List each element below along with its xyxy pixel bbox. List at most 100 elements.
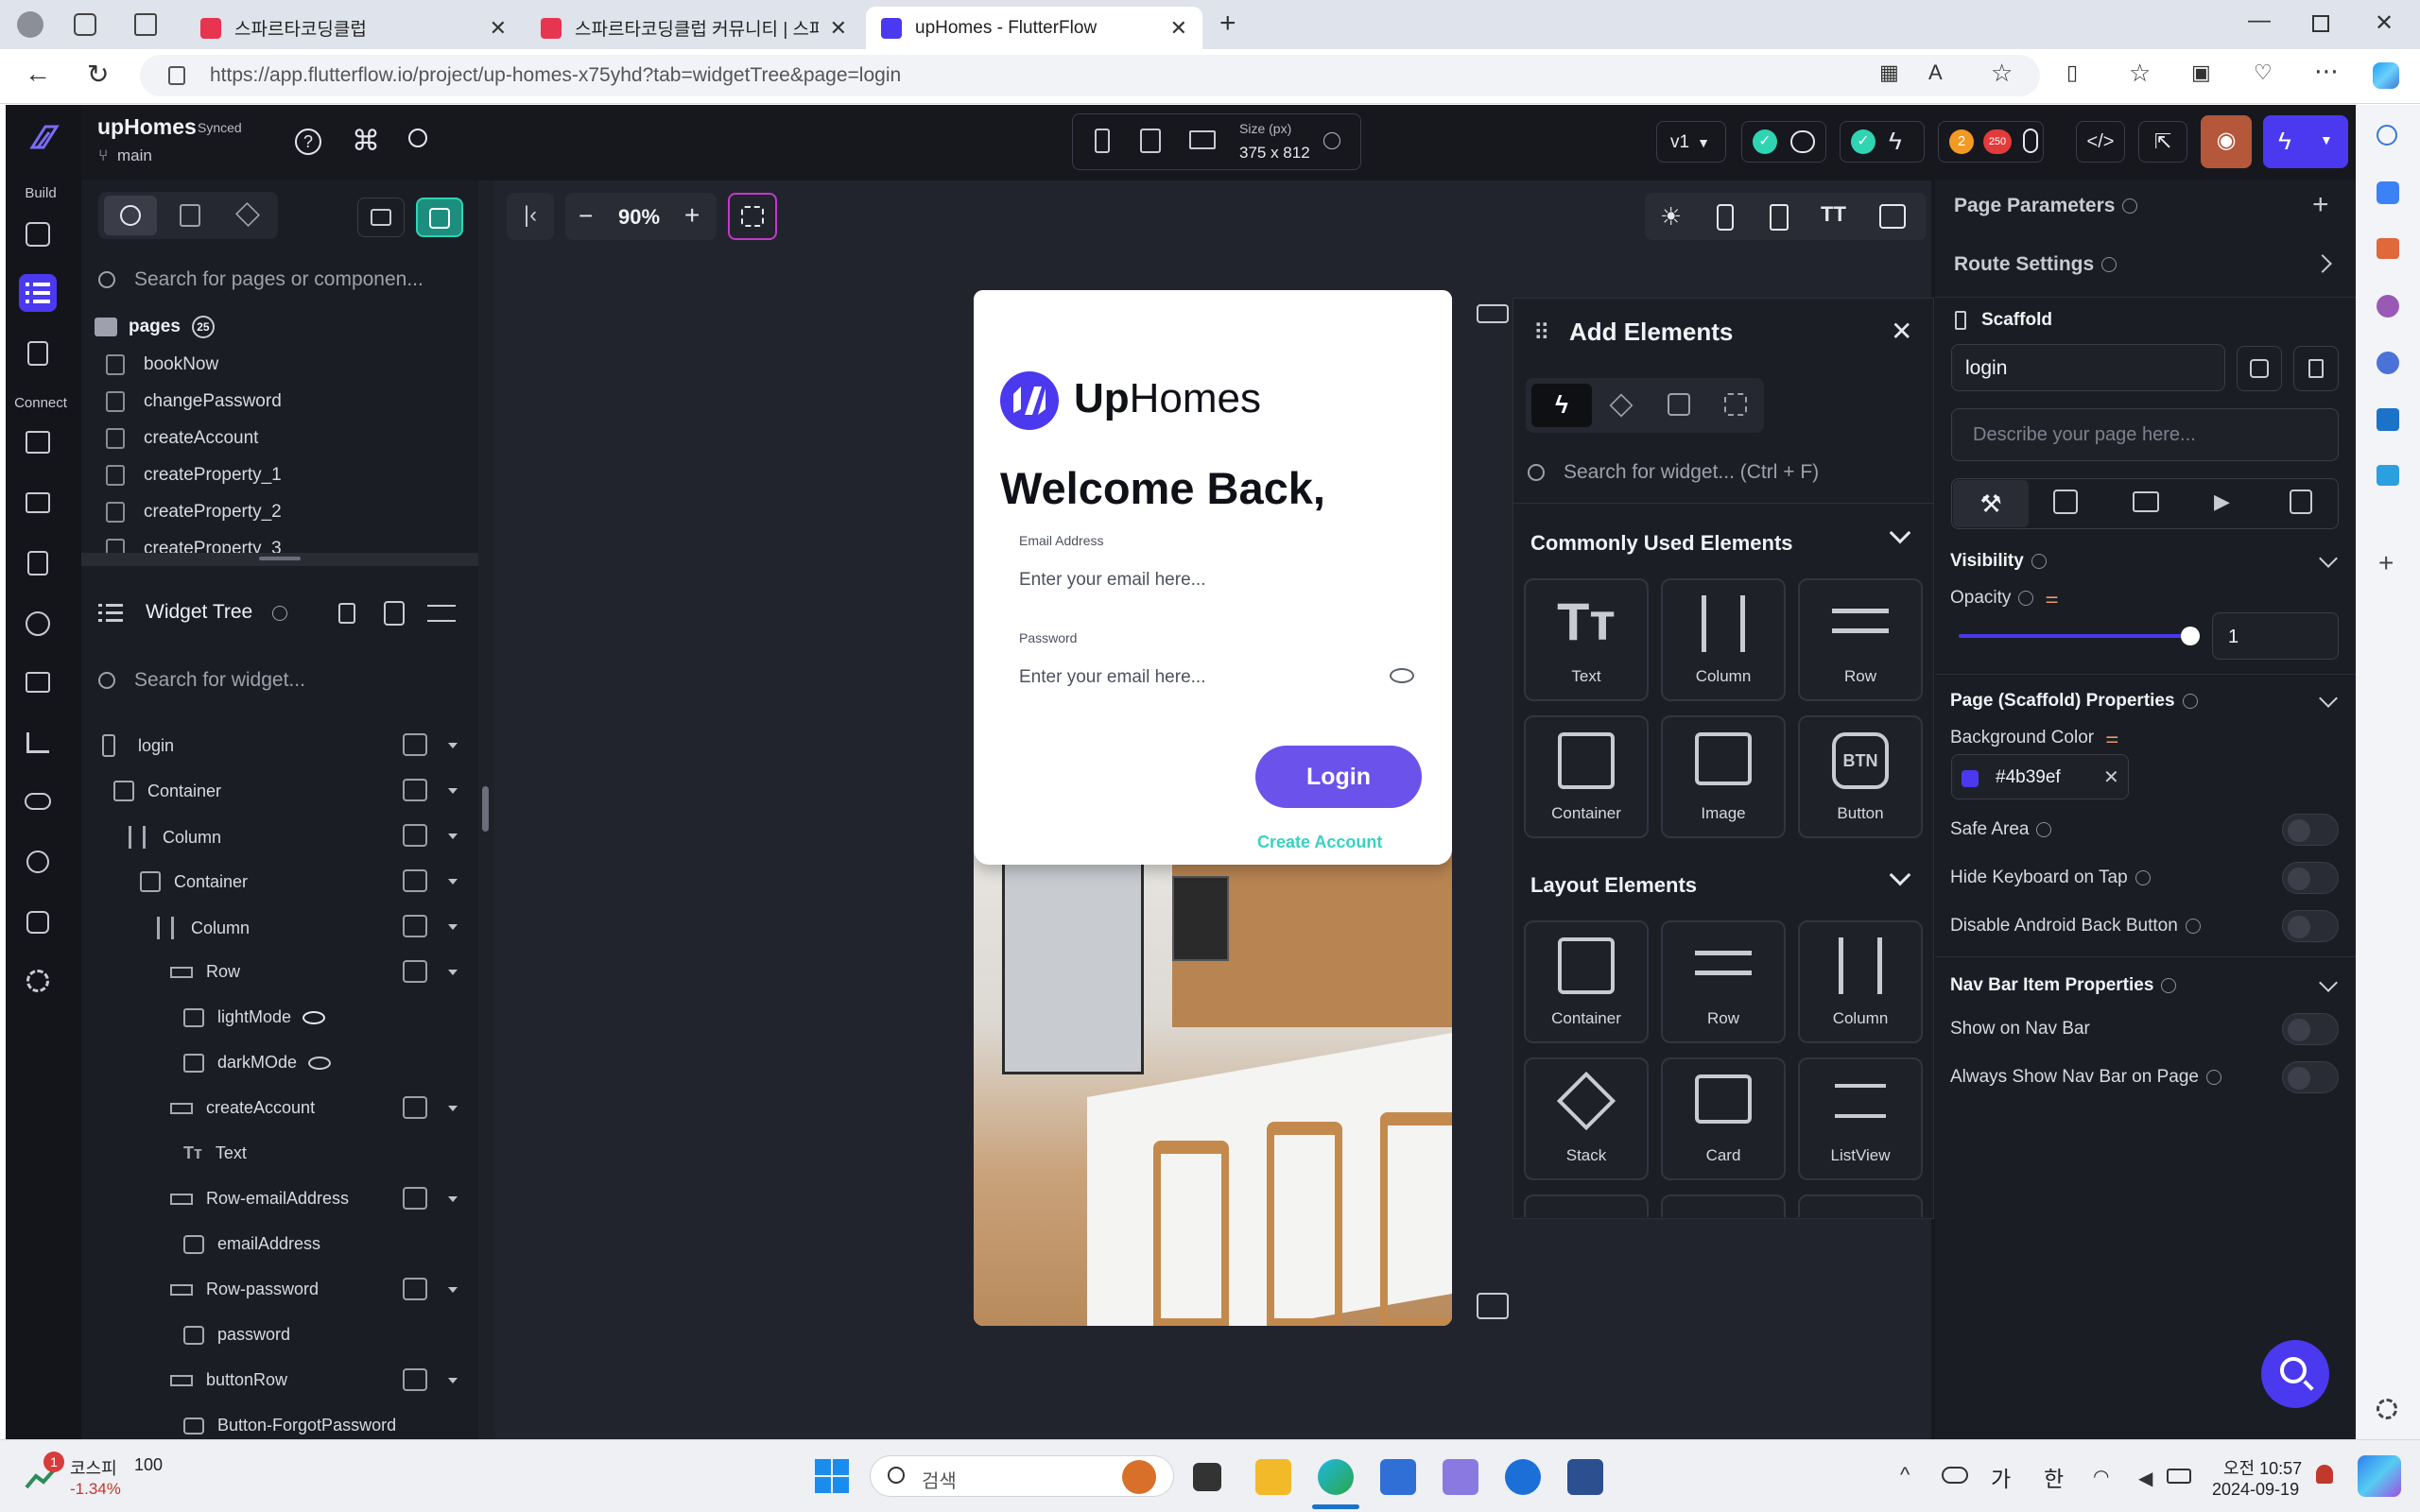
animations-tab-icon[interactable]: ▶ <box>2214 490 2230 514</box>
minimize-icon[interactable]: — <box>2248 8 2271 34</box>
onedrive-icon[interactable] <box>1942 1467 1968 1484</box>
split-screen-icon[interactable]: ▯ <box>2066 60 2078 85</box>
more-menu-icon[interactable]: ⋯ <box>2314 57 2339 86</box>
info-icon[interactable] <box>2161 977 2177 993</box>
add-child-icon[interactable] <box>403 779 427 801</box>
properties-tab-icon[interactable]: ⚒ <box>1953 480 2029 527</box>
email-input[interactable]: Enter your email here... <box>1019 570 1205 591</box>
close-tab-icon[interactable]: ✕ <box>490 16 507 41</box>
branch-name[interactable]: main <box>117 146 152 165</box>
cloud-functions-icon[interactable] <box>19 782 57 820</box>
url-text[interactable]: https://app.flutterflow.io/project/up-ho… <box>210 64 901 87</box>
taskbar-search[interactable]: 검색 <box>870 1455 1174 1497</box>
element-tile[interactable] <box>1798 1194 1923 1217</box>
tree-node-container[interactable]: Container <box>140 871 248 892</box>
notification-bell-icon[interactable] <box>2316 1465 2333 1484</box>
add-child-icon[interactable] <box>403 1278 427 1300</box>
search-icon[interactable] <box>408 129 427 147</box>
page-description-input[interactable]: Describe your page here... <box>1951 408 2339 461</box>
light-mode-sun-icon[interactable]: ☀ <box>1660 202 1682 232</box>
route-settings[interactable]: Route Settings <box>1954 253 2118 276</box>
settings-gear-icon[interactable] <box>19 962 57 1000</box>
lock-icon[interactable] <box>338 603 355 624</box>
info-icon[interactable] <box>2185 918 2201 934</box>
flutter-widgets-tab[interactable]: ϟ <box>1531 384 1592 427</box>
element-tile-column[interactable]: Column <box>1798 920 1923 1043</box>
debug-bug-icon[interactable] <box>2023 129 2038 153</box>
info-icon[interactable] <box>2101 257 2118 273</box>
app-icon[interactable] <box>1567 1459 1603 1495</box>
show-nav-toggle[interactable] <box>2282 1013 2339 1045</box>
copilot-taskbar-icon[interactable] <box>2358 1455 2401 1497</box>
app-icon[interactable] <box>1443 1459 1478 1495</box>
duplicate-page-button[interactable] <box>2237 346 2282 391</box>
read-aloud-icon[interactable]: A <box>1928 60 1943 85</box>
info-icon[interactable] <box>2205 1069 2221 1085</box>
tree-node-column[interactable]: Column <box>157 917 250 939</box>
preview-eye-icon[interactable]: ◉ <box>2201 115 2252 168</box>
element-tile[interactable] <box>1661 1194 1786 1217</box>
new-folder-button[interactable] <box>357 198 405 237</box>
tree-node-login[interactable]: login <box>102 734 174 757</box>
app-icon[interactable] <box>1505 1459 1541 1495</box>
page-item[interactable]: changePassword <box>106 391 282 412</box>
element-tile[interactable] <box>1524 1194 1649 1217</box>
browser-tab-active[interactable]: upHomes - FlutterFlow ✕ <box>866 7 1202 49</box>
element-tile-button[interactable]: BTN Button <box>1798 715 1923 838</box>
zoom-in-icon[interactable]: + <box>684 200 700 231</box>
device-frame-icon[interactable] <box>1717 204 1734 231</box>
page-item[interactable]: createAccount <box>106 428 258 449</box>
delete-page-button[interactable] <box>2293 346 2339 391</box>
page-item[interactable]: bookNow <box>106 354 218 375</box>
copilot-icon[interactable] <box>2373 62 2399 89</box>
warnings-badge[interactable]: 2 <box>1949 129 1974 154</box>
window-close-icon[interactable]: ✕ <box>2375 9 2394 37</box>
media-assets-icon[interactable] <box>19 663 57 701</box>
element-tile-column[interactable]: Column <box>1661 578 1786 701</box>
tree-node-darkmode[interactable]: darkMOde <box>183 1053 332 1073</box>
tree-node-button-forgot[interactable]: Button-ForgotPassword <box>183 1416 396 1435</box>
visibility-section[interactable]: Visibility <box>1950 551 2047 572</box>
stock-name[interactable]: 코스피 <box>70 1455 117 1480</box>
profile-icon[interactable] <box>17 11 43 38</box>
integrations-icon[interactable] <box>19 903 57 941</box>
caret-down-icon[interactable] <box>448 970 458 975</box>
hidden-eye-icon[interactable] <box>308 1056 332 1070</box>
tray-chevron-up-icon[interactable]: ^ <box>1900 1463 1910 1487</box>
element-tile-container[interactable]: Container <box>1524 920 1649 1043</box>
password-input[interactable]: Enter your email here... <box>1019 667 1205 688</box>
close-panel-icon[interactable]: ✕ <box>1891 316 1912 347</box>
opacity-slider-thumb[interactable] <box>2181 627 2200 645</box>
check-status-icon[interactable]: ✓ <box>1753 129 1777 154</box>
components-tab-icon[interactable] <box>180 204 200 227</box>
clock-date[interactable]: 2024-09-19 <box>2212 1480 2299 1500</box>
caret-down-icon[interactable] <box>448 879 458 885</box>
element-tile-listview[interactable]: ListView <box>1798 1057 1923 1180</box>
reload-icon[interactable]: ↻ <box>87 59 109 90</box>
info-icon[interactable] <box>2135 869 2151 885</box>
tablet-device-icon[interactable] <box>1140 129 1161 153</box>
custom-code-icon[interactable] <box>19 605 57 643</box>
pages-folder[interactable]: pages 25 <box>95 316 215 338</box>
tests-icon[interactable] <box>19 843 57 881</box>
add-page-icon[interactable] <box>19 215 57 253</box>
hide-keyboard-toggle[interactable] <box>2282 862 2339 894</box>
widget-tree-icon[interactable] <box>19 274 57 312</box>
custom-widgets-tab-icon[interactable] <box>1668 393 1690 416</box>
tree-node-emailaddress[interactable]: emailAddress <box>183 1234 320 1254</box>
text-scale-icon[interactable]: TT <box>1821 202 1846 227</box>
tab-actions-icon[interactable] <box>134 13 157 36</box>
start-windows-icon[interactable] <box>815 1459 849 1493</box>
add-child-icon[interactable] <box>403 824 427 847</box>
nav-props-section[interactable]: Nav Bar Item Properties <box>1950 975 2177 996</box>
file-explorer-icon[interactable] <box>1255 1459 1291 1495</box>
always-show-nav-toggle[interactable] <box>2282 1061 2339 1093</box>
desktop-device-icon[interactable] <box>1189 130 1216 149</box>
sidebar-settings-icon[interactable] <box>2377 1399 2397 1419</box>
version-select[interactable]: v1 ▼ <box>1656 121 1726 163</box>
info-icon[interactable] <box>272 606 287 621</box>
clock-time[interactable]: 오전 10:57 <box>2223 1455 2302 1480</box>
opacity-input[interactable]: 1 <box>2212 612 2339 660</box>
tree-node-text[interactable]: Tт Text <box>183 1143 247 1163</box>
collections-icon[interactable]: ▣ <box>2191 60 2211 85</box>
